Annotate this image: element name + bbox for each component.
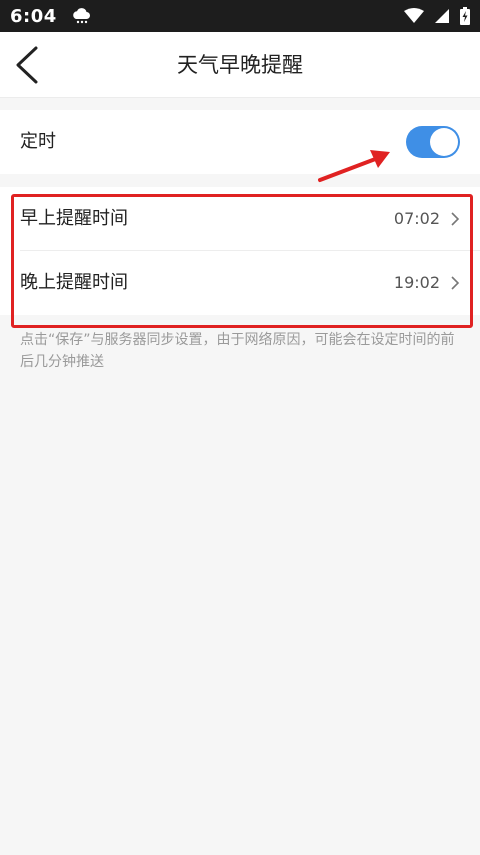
page-title: 天气早晚提醒 bbox=[177, 53, 303, 77]
evening-reminder-row[interactable]: 晚上提醒时间 19:02 bbox=[0, 251, 480, 315]
chevron-right-icon bbox=[451, 212, 460, 226]
app-header: 天气早晚提醒 bbox=[0, 32, 480, 98]
toggle-knob bbox=[430, 128, 458, 156]
signal-icon bbox=[435, 9, 449, 23]
status-time: 6:04 bbox=[10, 5, 57, 27]
wifi-icon bbox=[404, 8, 424, 23]
evening-reminder-label: 晚上提醒时间 bbox=[20, 272, 128, 293]
morning-reminder-row[interactable]: 早上提醒时间 07:02 bbox=[0, 187, 480, 251]
morning-reminder-label: 早上提醒时间 bbox=[20, 208, 128, 229]
timer-toggle[interactable] bbox=[406, 126, 460, 158]
timer-row: 定时 bbox=[0, 110, 480, 174]
reminder-list: 早上提醒时间 07:02 晚上提醒时间 19:02 bbox=[0, 187, 480, 315]
timer-label: 定时 bbox=[20, 131, 56, 152]
evening-reminder-time: 19:02 bbox=[393, 273, 440, 292]
chevron-right-icon bbox=[451, 276, 460, 290]
morning-reminder-time: 07:02 bbox=[393, 209, 440, 228]
cloud-icon bbox=[73, 8, 90, 24]
battery-icon bbox=[460, 7, 470, 25]
sync-note: 点击“保存”与服务器同步设置，由于网络原因，可能会在设定时间的前后几分钟推送 bbox=[20, 332, 455, 370]
annotation-arrow-icon bbox=[318, 150, 390, 182]
status-bar: 6:04 bbox=[0, 0, 480, 32]
